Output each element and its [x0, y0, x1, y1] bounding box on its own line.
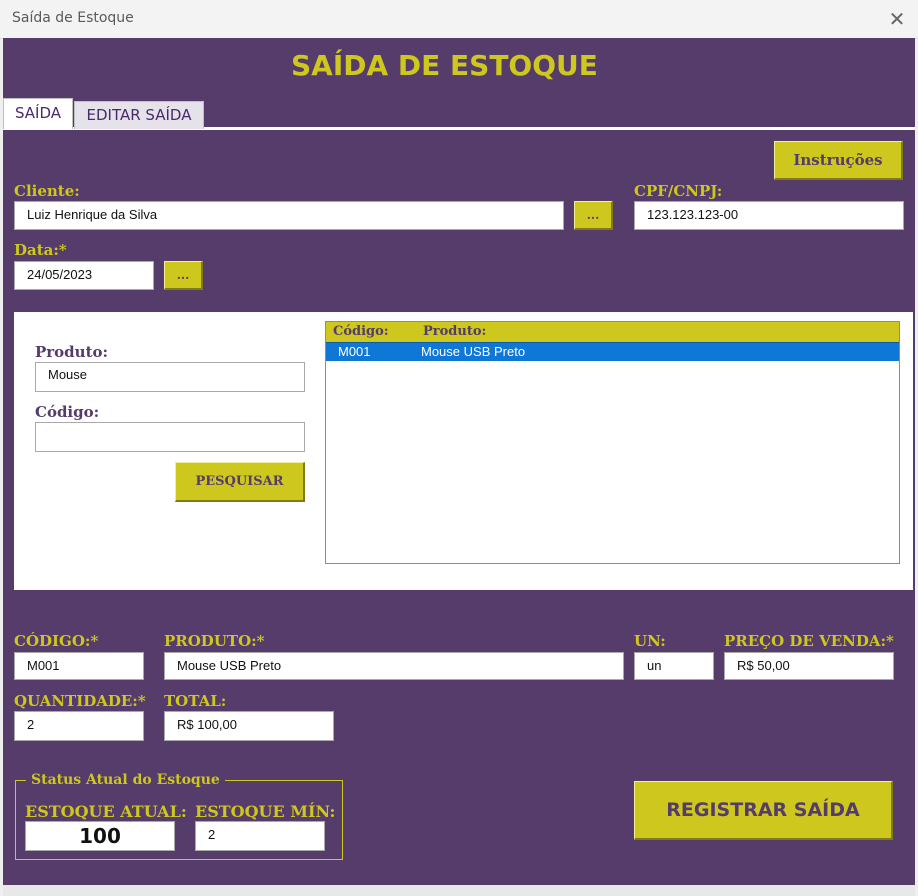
window-titlebar: Saída de Estoque ✕: [0, 0, 918, 39]
produto-label: PRODUTO:*: [164, 632, 265, 650]
cliente-label: Cliente:: [14, 182, 80, 200]
window-bottom-edge: [3, 885, 915, 896]
un-label: UN:: [634, 632, 666, 650]
cliente-lookup-button[interactable]: ...: [574, 201, 613, 230]
results-row-codigo: M001: [338, 344, 371, 359]
data-field[interactable]: 24/05/2023: [14, 261, 154, 290]
search-produto-label: Produto:: [35, 343, 109, 361]
results-row-produto: Mouse USB Preto: [421, 344, 526, 359]
estoque-min-label: ESTOQUE MÍN:: [195, 802, 336, 821]
search-codigo-label: Código:: [35, 403, 100, 421]
estoque-group-label: Status Atual do Estoque: [26, 772, 225, 788]
cpf-field[interactable]: 123.123.123-00: [634, 201, 904, 230]
codigo-label: CÓDIGO:*: [14, 632, 99, 650]
estoque-min-field: 2: [195, 821, 325, 851]
results-column-produto: Produto:: [423, 324, 487, 339]
un-field[interactable]: un: [634, 652, 714, 680]
quantidade-field[interactable]: 2: [14, 711, 144, 741]
cliente-field[interactable]: Luiz Henrique da Silva: [14, 201, 564, 230]
results-row[interactable]: M001 Mouse USB Preto: [326, 342, 899, 361]
close-icon[interactable]: ✕: [884, 6, 910, 32]
estoque-atual-field: 100: [25, 821, 175, 851]
registrar-saida-button[interactable]: REGISTRAR SAÍDA: [634, 781, 893, 840]
pesquisar-button[interactable]: PESQUISAR: [175, 462, 305, 502]
search-codigo-field[interactable]: [35, 422, 305, 452]
quantidade-label: QUANTIDADE:*: [14, 692, 146, 710]
preco-label: PREÇO DE VENDA:*: [724, 632, 894, 650]
results-column-codigo: Código:: [333, 324, 389, 339]
results-header: Código: Produto:: [326, 322, 899, 342]
tab-saida[interactable]: SAÍDA: [3, 98, 73, 129]
search-produto-field[interactable]: Mouse: [35, 362, 305, 392]
page-title: SAÍDA DE ESTOQUE: [291, 49, 598, 82]
data-lookup-button[interactable]: ...: [164, 261, 203, 290]
codigo-field[interactable]: M001: [14, 652, 144, 680]
total-label: TOTAL:: [164, 692, 227, 710]
cpf-label: CPF/CNPJ:: [634, 182, 723, 200]
estoque-atual-label: ESTOQUE ATUAL:: [25, 802, 187, 821]
produto-field[interactable]: Mouse USB Preto: [164, 652, 624, 680]
total-field[interactable]: R$ 100,00: [164, 711, 334, 741]
preco-field[interactable]: R$ 50,00: [724, 652, 894, 680]
window-title: Saída de Estoque: [12, 10, 134, 26]
data-label: Data:*: [14, 241, 67, 259]
instrucoes-button[interactable]: Instruções: [774, 141, 903, 180]
tab-editar-saida[interactable]: EDITAR SAÍDA: [74, 101, 204, 129]
